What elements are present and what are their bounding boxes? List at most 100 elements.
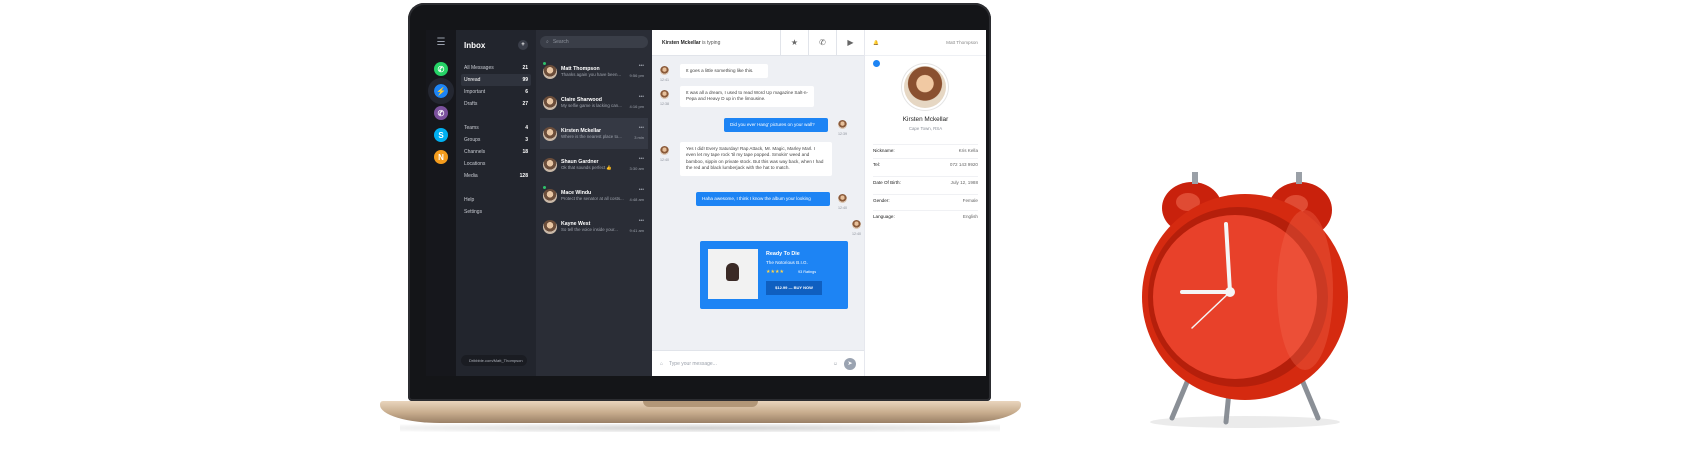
folder-label: All Messages [464, 65, 494, 71]
more-icon[interactable]: ••• [639, 218, 644, 224]
avatar [543, 126, 557, 141]
avatar [543, 157, 557, 172]
online-indicator [543, 186, 546, 189]
avatar [660, 146, 669, 155]
hero-scene: ☰ ✆ ⚡ ✆ S N Inbox + All Messages 21 Unrea… [0, 0, 1705, 450]
phone-icon[interactable]: ✆ [808, 30, 836, 56]
profile-location: Cape Town, RSA [908, 126, 943, 131]
laptop-shadow [400, 424, 1000, 432]
folder-help[interactable]: Help [461, 194, 531, 206]
avatar [543, 95, 557, 110]
avatar [543, 219, 557, 234]
message-time: 12:40 [838, 206, 847, 210]
folder-important[interactable]: Important 6 [461, 86, 531, 98]
profile-link-text: Dribbble.com/Matt_Thompson [469, 358, 523, 363]
conversation-item-active[interactable]: Kirsten Mckellar Where is the nearest pla… [540, 118, 648, 149]
app-rail: ☰ ✆ ⚡ ✆ S N [426, 30, 456, 376]
album-artist: The Notorious B.I.G. [766, 260, 808, 265]
more-icon[interactable]: ••• [639, 94, 644, 100]
avatar [838, 194, 847, 203]
search-placeholder: Search [552, 39, 569, 45]
folder-panel: Inbox + All Messages 21 Unread 99 Importan… [456, 30, 536, 376]
album-title: Ready To Die [766, 251, 800, 257]
field-key: Language: [873, 214, 895, 219]
whatsapp-icon[interactable]: ✆ [434, 62, 448, 76]
conversation-item[interactable]: Claire Sharwood My selfie game is lacking… [540, 87, 648, 118]
message-incoming: It goes a little something like this. [680, 64, 768, 79]
bell-icon[interactable]: 🔔 [873, 40, 879, 46]
field-value: Kris Kella [958, 148, 978, 153]
more-icon[interactable]: ••• [639, 156, 644, 162]
folder-label: Settings [464, 209, 483, 215]
chat-panel: Kirsten Mckellar is typing ★ ✆ ▶ 12:41 I… [652, 30, 864, 376]
album-card[interactable]: Ready To Die The Notorious B.I.G. ★★★★ 9… [700, 241, 848, 309]
more-icon[interactable]: ••• [639, 187, 644, 193]
message-composer[interactable]: ⌂ Type your message... ☺ ➤ [652, 350, 864, 376]
alarm-clock-icon [1142, 172, 1348, 428]
field-key: Nickname: [873, 148, 895, 153]
composer-placeholder: Type your message... [669, 360, 717, 367]
folder-unread[interactable]: Unread 99 [461, 74, 531, 86]
messenger-icon[interactable]: ⚡ [428, 78, 454, 104]
folder-settings[interactable]: Settings [461, 206, 531, 218]
typing-text: is typing [702, 39, 721, 46]
emoji-icon[interactable]: ☺ [833, 361, 838, 367]
avatar [543, 188, 557, 203]
star-icon[interactable]: ★ [780, 30, 808, 56]
message-incoming: Yes I did! Every Saturday! Rap Attack, M… [680, 142, 832, 176]
conversation-item[interactable]: Kayne West So tell the voice inside your.… [540, 211, 648, 242]
folder-label: Teams [464, 125, 479, 131]
folder-count: 128 [519, 173, 528, 179]
hamburger-icon[interactable]: ☰ [435, 38, 447, 48]
field-value: July 12, 1988 [950, 180, 978, 185]
video-icon[interactable]: ▶ [836, 30, 864, 56]
folder-count: 21 [522, 65, 528, 71]
profile-field-nickname: Nickname: Kris Kella [873, 144, 978, 156]
conversation-time: 3 min [634, 135, 644, 140]
profile-link[interactable]: Dribbble.com/Matt_Thompson [461, 355, 527, 366]
send-button[interactable]: ➤ [844, 357, 856, 370]
skype-icon[interactable]: S [434, 128, 448, 142]
folder-locations[interactable]: Locations [461, 158, 531, 170]
field-value: Female [962, 198, 978, 203]
attach-icon[interactable]: ⌂ [660, 361, 663, 367]
folder-count: 4 [525, 125, 528, 131]
folder-teams[interactable]: Teams 4 [461, 122, 531, 134]
search-input[interactable]: ⌕ Search [540, 36, 648, 48]
inbox-header: Inbox + [461, 36, 531, 54]
avatar [660, 66, 669, 75]
current-user[interactable]: Matt Thompson [946, 40, 978, 45]
message-time: 12:39 [838, 132, 847, 136]
folder-label: Help [464, 197, 475, 203]
online-indicator [543, 62, 546, 65]
profile-avatar [904, 66, 946, 108]
folder-all-messages[interactable]: All Messages 21 [461, 62, 531, 74]
folder-count: 18 [522, 149, 528, 155]
conversation-item[interactable]: Matt Thompson Thanks again you have been.… [540, 56, 648, 87]
chat-header: Kirsten Mckellar is typing ★ ✆ ▶ [652, 30, 864, 56]
folder-label: Channels [464, 149, 486, 155]
more-icon[interactable]: ••• [639, 63, 644, 69]
viber-icon[interactable]: ✆ [434, 106, 448, 120]
field-key: Gender: [873, 198, 890, 203]
conversation-meta: Kirsten Mckellar Where is the nearest pla… [561, 128, 645, 139]
folder-count: 99 [522, 77, 528, 83]
folder-channels[interactable]: Channels 18 [461, 146, 531, 158]
other-app-icon[interactable]: N [434, 150, 448, 164]
profile-panel: 🔔 Matt Thompson Kirsten Mckellar Cape To… [864, 30, 986, 376]
folder-groups[interactable]: Groups 3 [461, 134, 531, 146]
message-outgoing: Did you ever Hang' pictures on your wall… [724, 118, 828, 133]
add-contact-icon[interactable]: + [518, 40, 528, 50]
folder-drafts[interactable]: Drafts 27 [461, 98, 531, 110]
more-icon[interactable]: ••• [639, 125, 644, 131]
conversation-item[interactable]: Mace Windu Protect the senator at all cos… [540, 180, 648, 211]
conversation-item[interactable]: Shaun Gardner Ok that sounds perfect 👍 ••… [540, 149, 648, 180]
conversation-preview: Where is the nearest place to... [561, 134, 622, 139]
buy-now-button[interactable]: $12.99 — BUY NOW [766, 281, 822, 295]
folder-media[interactable]: Media 128 [461, 170, 531, 182]
field-value: 072 143 9920 [949, 162, 978, 167]
message-time: 12:40 [852, 232, 861, 236]
folder-count: 27 [522, 101, 528, 107]
avatar [838, 120, 847, 129]
folder-label: Media [464, 173, 478, 179]
